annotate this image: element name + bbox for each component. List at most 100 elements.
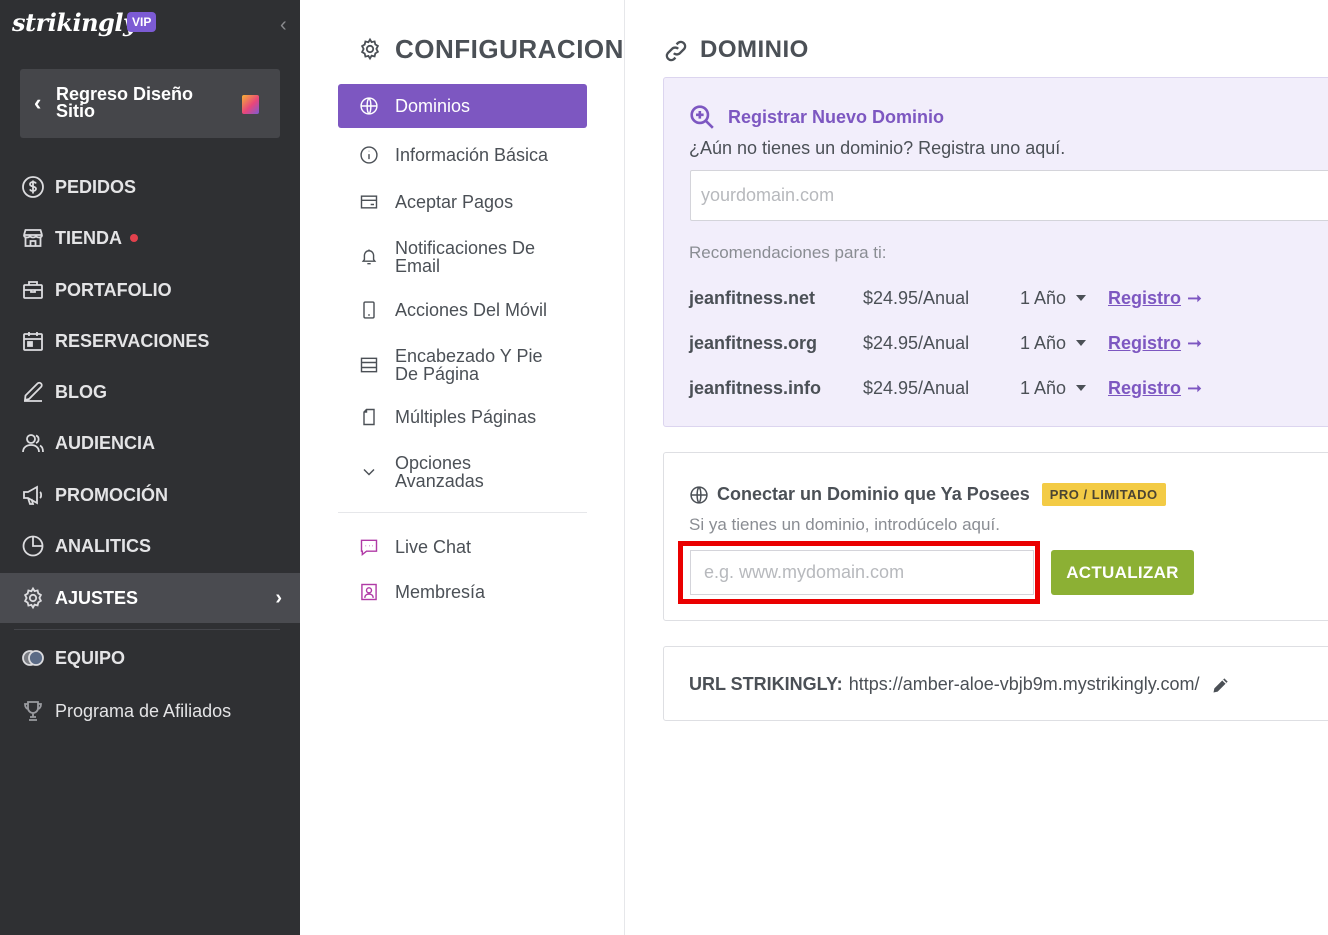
member-icon [358,581,380,603]
chevron-down-icon [358,461,380,483]
settings-item-avanzadas[interactable]: Opciones Avanzadas [338,453,587,491]
strikingly-logo[interactable]: strikingly [12,8,137,37]
gear-icon [360,37,380,61]
register-link[interactable]: Registro [1108,378,1181,399]
info-icon [358,144,380,166]
notification-dot [130,234,138,242]
sidebar-item-blog[interactable]: BLOG [0,367,300,417]
sidebar-item-label: TIENDA [55,227,122,248]
pages-icon [358,406,380,428]
settings-item-label: Aceptar Pagos [395,192,514,212]
strikingly-url-card: URL STRIKINGLY: https://amber-aloe-vbjb9… [663,646,1328,721]
connect-heading: Conectar un Dominio que Ya Posees PRO / … [689,483,1166,506]
connect-domain-card: Conectar un Dominio que Ya Posees PRO / … [663,452,1328,621]
domain-panel: DOMINIO Registrar Nuevo Dominio ¿Aún no … [626,0,1328,935]
register-link[interactable]: Registro [1108,288,1181,309]
settings-item-pagos[interactable]: Aceptar Pagos [338,191,587,213]
pie-chart-icon [20,533,46,559]
years-select[interactable]: 1 Año [1020,333,1108,354]
back-to-design-label: Regreso Diseño Sitio [56,84,194,121]
settings-title: CONFIGURACION [358,34,624,65]
chevron-left-icon: ‹ [34,90,42,115]
sidebar-item-label: ANALITICS [55,535,151,556]
strikingly-url-label: URL STRIKINGLY: [689,674,843,694]
sidebar-item-promocion[interactable]: PROMOCIÓN [0,470,300,520]
settings-item-notificaciones[interactable]: Notificaciones De Email [338,238,587,276]
sidebar-item-ajustes[interactable]: AJUSTES › [0,573,300,623]
vip-badge: VIP [127,12,157,32]
register-heading-text: Registrar Nuevo Dominio [728,106,945,127]
settings-item-label: Múltiples Páginas [395,407,537,427]
settings-item-live-chat[interactable]: Live Chat [338,536,587,558]
globe-icon [690,485,708,504]
register-subtitle: ¿Aún no tienes un dominio? Registra uno … [689,138,1066,158]
register-domain-input[interactable] [690,170,1328,221]
years-select[interactable]: 1 Año [1020,288,1108,309]
chevron-left-icon[interactable]: ‹ [280,14,287,37]
sidebar-item-tienda[interactable]: TIENDA [0,213,300,263]
sidebar-item-pedidos[interactable]: PEDIDOS [0,162,300,212]
domain-suggestion-row: jeanfitness.net $24.95/Anual 1 Año Regis… [689,286,1202,310]
arrow-right-icon: ➞ [1187,332,1203,353]
caret-down-icon [1076,295,1087,301]
settings-item-label: Opciones Avanzadas [395,453,484,491]
chat-icon [358,536,380,558]
settings-item-label: Información Básica [395,145,549,165]
document-icon [242,95,259,114]
sidebar-item-afiliados[interactable]: Programa de Afiliados [0,686,300,736]
arrow-right-icon: ➞ [1187,287,1203,308]
register-link[interactable]: Registro [1108,333,1181,354]
app: strikingly VIP ‹ ‹ Regreso Diseño Sitio … [0,0,1328,935]
sidebar-item-audiencia[interactable]: AUDIENCIA [0,418,300,468]
settings-item-label: Membresía [395,582,486,602]
update-button[interactable]: ACTUALIZAR [1051,550,1194,595]
settings-item-label: Dominios [395,96,471,116]
calendar-icon [20,328,46,354]
sidebar-item-portafolio[interactable]: PORTAFOLIO [0,265,300,315]
settings-menu: CONFIGURACION Dominios Información Básic… [300,0,625,935]
sidebar-item-analitics[interactable]: ANALITICS [0,521,300,571]
globe-icon [358,95,380,117]
back-to-design-button[interactable]: ‹ Regreso Diseño Sitio [20,69,280,138]
settings-item-membresia[interactable]: Membresía [338,581,587,603]
settings-divider [338,512,587,513]
people-icon [20,430,46,456]
settings-item-movil[interactable]: Acciones Del Móvil [338,299,587,321]
link-icon [665,40,687,62]
suggested-domain-name: jeanfitness.net [689,287,816,308]
connect-domain-input[interactable] [690,550,1034,595]
settings-item-label: Encabezado Y Pie De Página [395,346,543,384]
years-select-value: 1 Año [1020,287,1067,308]
dollar-circle-icon [20,174,46,200]
settings-item-dominios[interactable]: Dominios [338,84,587,128]
caret-down-icon [1076,340,1087,346]
chevron-right-icon: › [275,586,282,609]
settings-item-informacion[interactable]: Información Básica [338,144,587,166]
pencil-icon[interactable] [1211,675,1231,695]
suggested-domain-name: jeanfitness.org [689,332,818,353]
portfolio-icon [20,277,46,303]
register-heading: Registrar Nuevo Dominio [689,104,944,130]
sidebar-item-equipo[interactable]: EQUIPO [0,633,300,683]
settings-title-text: CONFIGURACION [395,34,624,64]
pro-badge: PRO / LIMITADO [1041,483,1166,506]
trophy-icon [20,698,46,724]
domain-suggestion-row: jeanfitness.org $24.95/Anual 1 Año Regis… [689,331,1202,355]
pen-icon [20,379,46,405]
sidebar-divider [14,629,280,630]
connect-subtitle: Si ya tienes un dominio, introdúcelo aqu… [689,515,1000,534]
settings-item-paginas[interactable]: Múltiples Páginas [338,406,587,428]
recommendations-label: Recomendaciones para ti: [689,243,887,262]
suggested-domain-name: jeanfitness.info [689,377,822,398]
register-domain-card: Registrar Nuevo Dominio ¿Aún no tienes u… [663,77,1328,427]
connect-heading-text: Conectar un Dominio que Ya Posees [717,484,1030,504]
strikingly-url-line: URL STRIKINGLY: https://amber-aloe-vbjb9… [689,674,1231,695]
sidebar-item-label: AUDIENCIA [55,432,156,453]
settings-item-encabezado[interactable]: Encabezado Y Pie De Página [338,346,587,384]
suggested-domain-price: $24.95/Anual [863,377,970,398]
years-select[interactable]: 1 Año [1020,378,1108,399]
sidebar-item-reservaciones[interactable]: RESERVACIONES [0,316,300,366]
megaphone-icon [20,482,46,508]
years-select-value: 1 Año [1020,377,1067,398]
years-select-value: 1 Año [1020,332,1067,353]
